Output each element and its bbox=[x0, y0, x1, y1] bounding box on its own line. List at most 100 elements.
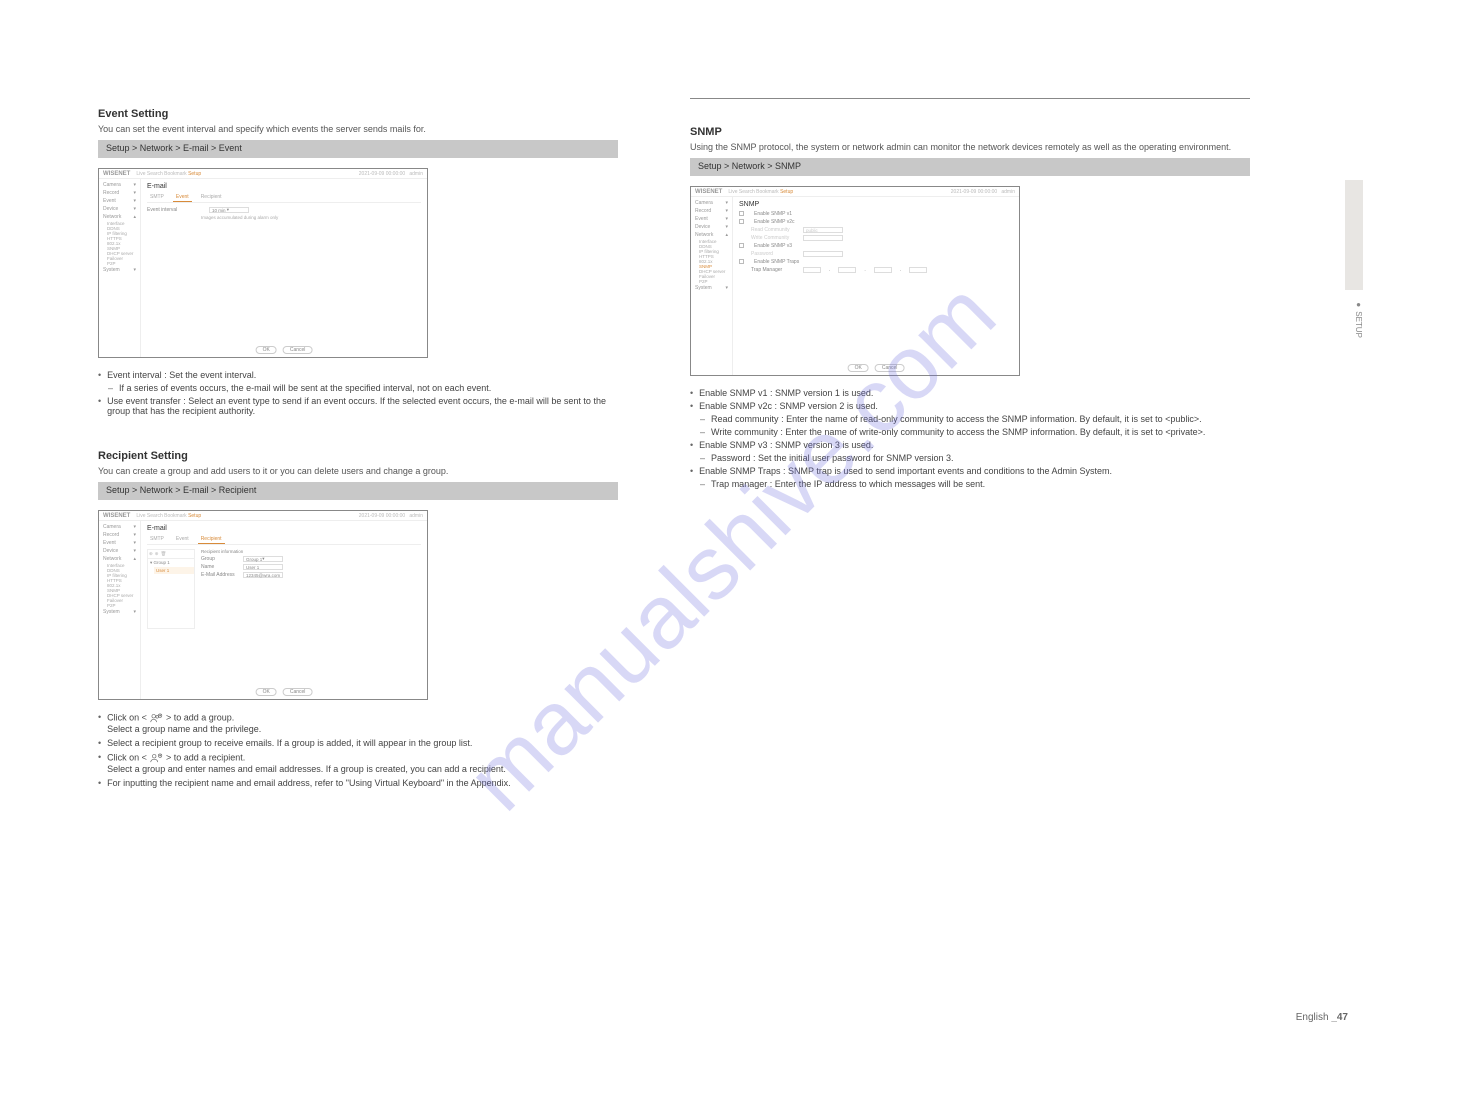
add-user-icon bbox=[149, 752, 163, 764]
app-header: WISENET Live Search Bookmark Setup 2021-… bbox=[99, 169, 427, 179]
nav-setup[interactable]: Setup bbox=[188, 171, 201, 177]
checkbox-snmpv2c[interactable] bbox=[739, 219, 744, 224]
path-bar-snmp: Setup > Network > SNMP bbox=[690, 158, 1250, 176]
screenshot-email-event: WISENET Live Search Bookmark Setup 2021-… bbox=[98, 168, 428, 358]
ok-button[interactable]: OK bbox=[256, 346, 277, 354]
page-title: E-mail bbox=[147, 525, 421, 532]
input-writecomm[interactable] bbox=[803, 235, 843, 241]
desc-snmp: Using the SNMP protocol, the system or n… bbox=[690, 142, 1250, 152]
sidebar-item-event[interactable]: Event▾ bbox=[693, 215, 730, 223]
label-writecomm: Write Community bbox=[751, 235, 795, 241]
user-label[interactable]: admin bbox=[409, 513, 423, 519]
nav-live[interactable]: Live bbox=[728, 189, 737, 195]
checkbox-snmpv1[interactable] bbox=[739, 211, 744, 216]
path-bar-recipient: Setup > Network > E-mail > Recipient bbox=[98, 482, 618, 500]
nav-bookmark[interactable]: Bookmark bbox=[164, 513, 187, 519]
nav-search[interactable]: Search bbox=[147, 513, 163, 519]
nav-live[interactable]: Live bbox=[136, 171, 145, 177]
nav-live[interactable]: Live bbox=[136, 513, 145, 519]
add-user-icon[interactable]: ⊕ bbox=[155, 551, 159, 557]
input-trapmgr3[interactable] bbox=[874, 267, 892, 273]
row-trapmgr: Trap Manager . . . bbox=[751, 267, 1013, 273]
sidebar-item-system[interactable]: System▾ bbox=[693, 284, 730, 292]
nav-search[interactable]: Search bbox=[147, 171, 163, 177]
sidebar-item-event[interactable]: Event▾ bbox=[101, 197, 138, 205]
sidebar-item-record[interactable]: Record▾ bbox=[693, 207, 730, 215]
footer-buttons: OK Cancel bbox=[256, 688, 313, 696]
sidebar-item-device[interactable]: Device▾ bbox=[101, 205, 138, 213]
sidebar-item-system[interactable]: System▾ bbox=[101, 266, 138, 274]
header-right: 2021-09-09 00:00:00 admin bbox=[359, 513, 423, 519]
sidebar-item-camera[interactable]: Camera▾ bbox=[693, 199, 730, 207]
cancel-button[interactable]: Cancel bbox=[283, 346, 313, 354]
bullet-writecomm: –Write community : Enter the name of wri… bbox=[700, 427, 1250, 437]
nav-setup[interactable]: Setup bbox=[780, 189, 793, 195]
page-title: SNMP bbox=[739, 201, 1013, 208]
cancel-button[interactable]: Cancel bbox=[283, 688, 313, 696]
label-trapmgr: Trap Manager bbox=[751, 267, 795, 273]
row-event-interval: Event interval 10 min ▾ bbox=[147, 207, 421, 213]
input-trapmgr[interactable] bbox=[803, 267, 821, 273]
tab-recipient[interactable]: Recipient bbox=[198, 193, 225, 202]
ok-button[interactable]: OK bbox=[848, 364, 869, 372]
row-readcomm: Read Communitypublic bbox=[751, 227, 1013, 233]
nav-bookmark[interactable]: Bookmark bbox=[756, 189, 779, 195]
sidebar: Camera▾ Record▾ Event▾ Device▾ Network▴ … bbox=[691, 197, 733, 375]
row-traps: Enable SNMP Traps bbox=[739, 259, 1013, 265]
user-label[interactable]: admin bbox=[409, 171, 423, 177]
ok-button[interactable]: OK bbox=[256, 688, 277, 696]
input-password[interactable] bbox=[803, 251, 843, 257]
page-footer: English _47 bbox=[1296, 1012, 1348, 1023]
group-row[interactable]: ▾ Group 1 bbox=[148, 559, 194, 567]
input-name[interactable]: User 1 bbox=[243, 564, 283, 570]
user-row[interactable]: User 1 bbox=[154, 567, 194, 574]
cancel-button[interactable]: Cancel bbox=[875, 364, 905, 372]
tab-smtp[interactable]: SMTP bbox=[147, 193, 167, 202]
sidebar-item-device[interactable]: Device▾ bbox=[101, 547, 138, 555]
tab-recipient[interactable]: Recipient bbox=[198, 535, 225, 544]
sidebar-item-network[interactable]: Network▴ bbox=[101, 555, 138, 563]
bullet-add-recipient: • Click on < > to add a recipient. Selec… bbox=[98, 752, 618, 774]
input-email[interactable]: 12345@wra.com bbox=[243, 572, 283, 578]
footer-buttons: OK Cancel bbox=[256, 346, 313, 354]
checkbox-snmpv3[interactable] bbox=[739, 243, 744, 248]
sidebar-item-network[interactable]: Network▴ bbox=[693, 231, 730, 239]
select-event-interval[interactable]: 10 min ▾ bbox=[209, 207, 249, 213]
logo: WISENET bbox=[103, 171, 130, 177]
delete-icon[interactable]: 🗑 bbox=[161, 551, 167, 557]
tab-event[interactable]: Event bbox=[173, 193, 192, 202]
checkbox-traps[interactable] bbox=[739, 259, 744, 264]
tab-smtp[interactable]: SMTP bbox=[147, 535, 167, 544]
top-nav: Live Search Bookmark Setup bbox=[728, 189, 793, 195]
nav-search[interactable]: Search bbox=[739, 189, 755, 195]
nav-bookmark[interactable]: Bookmark bbox=[164, 171, 187, 177]
screenshot-snmp: WISENET Live Search Bookmark Setup 2021-… bbox=[690, 186, 1020, 376]
add-group-icon[interactable]: ⊕ bbox=[149, 551, 153, 557]
input-readcomm[interactable]: public bbox=[803, 227, 843, 233]
sidebar-item-device[interactable]: Device▾ bbox=[693, 223, 730, 231]
sidebar-item-network[interactable]: Network▴ bbox=[101, 213, 138, 221]
sidebar-item-camera[interactable]: Camera▾ bbox=[101, 523, 138, 531]
bullet-event-interval-sub: –If a series of events occurs, the e-mai… bbox=[108, 383, 618, 393]
sidebar-item-record[interactable]: Record▾ bbox=[101, 189, 138, 197]
desc-event: You can set the event interval and speci… bbox=[98, 124, 618, 134]
tab-event[interactable]: Event bbox=[173, 535, 192, 544]
bullet-select-group: •Select a recipient group to receive ema… bbox=[98, 738, 618, 748]
sidebar-item-record[interactable]: Record▾ bbox=[101, 531, 138, 539]
heading-event: Event Setting bbox=[98, 108, 618, 120]
sidebar-item-camera[interactable]: Camera▾ bbox=[101, 181, 138, 189]
side-tab-label: ● SETUP bbox=[1345, 300, 1363, 338]
help-text: Images accumulated during alarm only bbox=[201, 215, 421, 220]
user-label[interactable]: admin bbox=[1001, 189, 1015, 195]
row-writecomm: Write Community bbox=[751, 235, 1013, 241]
input-trapmgr4[interactable] bbox=[909, 267, 927, 273]
bullet-snmpv1: •Enable SNMP v1 : SNMP version 1 is used… bbox=[690, 388, 1250, 398]
label-name: Name bbox=[201, 564, 235, 570]
sidebar-item-event[interactable]: Event▾ bbox=[101, 539, 138, 547]
nav-setup[interactable]: Setup bbox=[188, 513, 201, 519]
select-group[interactable]: Group 1 ▾ bbox=[243, 556, 283, 562]
sidebar-item-system[interactable]: System▾ bbox=[101, 608, 138, 616]
path-bar-event: Setup > Network > E-mail > Event bbox=[98, 140, 618, 158]
recipient-info: Recipient information GroupGroup 1 ▾ Nam… bbox=[201, 549, 283, 580]
input-trapmgr2[interactable] bbox=[838, 267, 856, 273]
